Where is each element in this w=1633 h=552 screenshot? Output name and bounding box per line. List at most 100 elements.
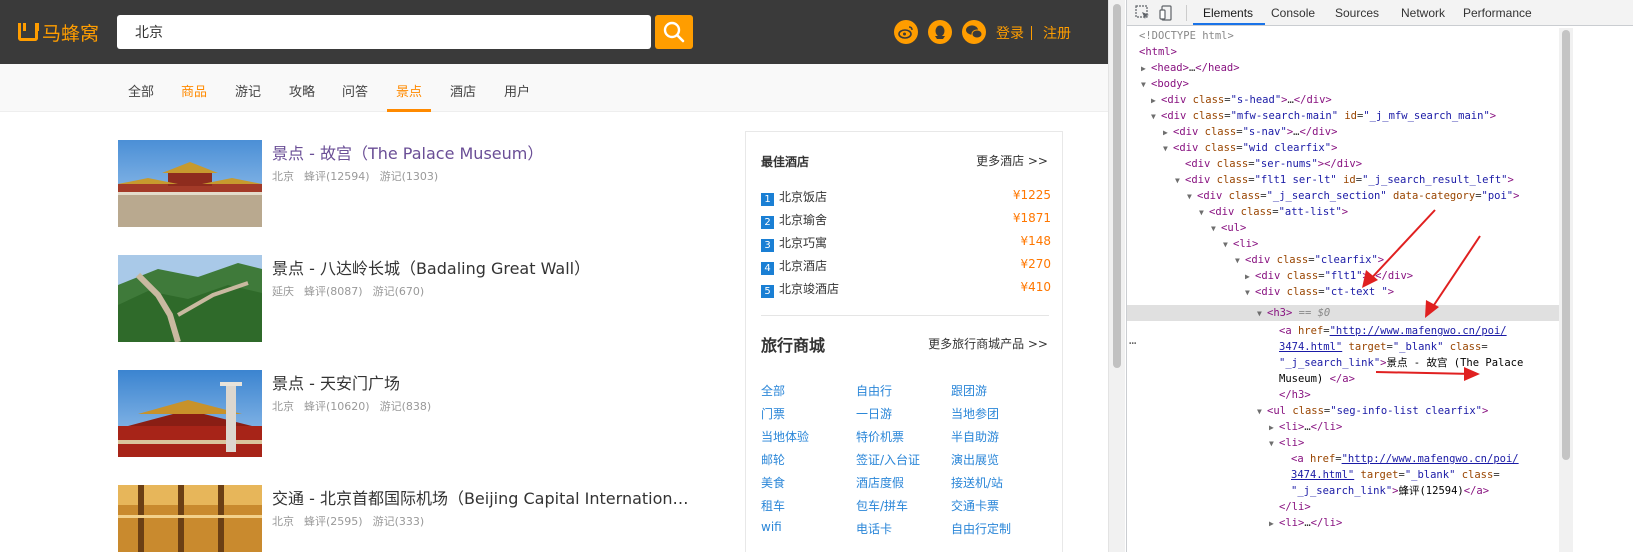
result-notes[interactable]: 游记(333) (373, 515, 425, 528)
hotel-item[interactable]: 4 北京酒店 ¥270 (761, 257, 1051, 275)
dom-node[interactable]: ▶ <div class="s-nav">…</div> (1163, 124, 1337, 140)
mall-link[interactable]: 邮轮 (761, 451, 785, 468)
dom-node[interactable]: ▶ <div class="s-head">…</div> (1151, 92, 1332, 108)
result-title-link[interactable]: 景点 - 八达岭长城（Badaling Great Wall） (272, 255, 590, 279)
mall-link[interactable]: 电话卡 (856, 520, 892, 537)
mall-link[interactable]: 门票 (761, 405, 785, 422)
result-title-link[interactable]: 景点 - 天安门广场 (272, 370, 400, 394)
dom-node[interactable]: ▼ <div class="_j_search_section" data-cat… (1187, 188, 1519, 204)
hotel-name[interactable]: 北京瑜舍 (779, 213, 827, 227)
mall-link[interactable]: 演出展览 (951, 451, 999, 468)
dom-node[interactable]: </li> (1279, 499, 1311, 515)
tab-console[interactable]: Console (1271, 6, 1315, 20)
result-reviews[interactable]: 蜂评(8087) (304, 285, 363, 298)
dom-node[interactable]: ▼ <ul class="seg-info-list clearfix"> (1257, 403, 1488, 419)
mall-link[interactable]: 全部 (761, 382, 785, 399)
tab-all[interactable]: 全部 (128, 81, 154, 100)
result-notes[interactable]: 游记(670) (373, 285, 425, 298)
dom-node[interactable]: ▼ <li> (1223, 236, 1258, 252)
mall-link[interactable]: 特价机票 (856, 428, 904, 445)
result-title-link[interactable]: 景点 - 故宫（The Palace Museum） (272, 140, 543, 164)
tab-network[interactable]: Network (1401, 6, 1445, 20)
dom-node[interactable]: </h3> (1279, 387, 1311, 403)
mall-link[interactable]: 一日游 (856, 405, 892, 422)
result-city[interactable]: 延庆 (272, 285, 294, 298)
great-wall-thumbnail[interactable] (118, 255, 262, 342)
search-input[interactable] (117, 15, 651, 49)
mall-link[interactable]: 包车/拼车 (856, 497, 908, 514)
dom-node[interactable]: ▼ <div class="flt1 ser-lt" id="_j_search_… (1175, 172, 1514, 188)
tab-qa[interactable]: 问答 (342, 81, 368, 100)
mall-link[interactable]: 美食 (761, 474, 785, 491)
result-notes[interactable]: 游记(838) (380, 400, 432, 413)
result-city[interactable]: 北京 (272, 515, 294, 528)
hotel-name[interactable]: 北京饭店 (779, 190, 827, 204)
devtools-scrollbar-thumb[interactable] (1562, 30, 1570, 460)
hotel-item[interactable]: 2 北京瑜舍 ¥1871 (761, 211, 1051, 229)
tab-performance[interactable]: Performance (1463, 6, 1532, 20)
tab-attractions[interactable]: 景点 (396, 81, 422, 100)
register-link[interactable]: 注册 (1043, 23, 1071, 43)
mall-link[interactable]: 交通卡票 (951, 497, 999, 514)
mall-link[interactable]: 自由行定制 (951, 520, 1011, 537)
tab-elements[interactable]: Elements (1203, 6, 1253, 20)
dom-node[interactable]: <a href="http://www.mafengwo.cn/poi/ (1279, 323, 1507, 339)
result-city[interactable]: 北京 (272, 400, 294, 413)
more-hotels-link[interactable]: 更多酒店 >> (976, 152, 1048, 169)
result-notes[interactable]: 游记(1303) (380, 170, 439, 183)
wechat-icon[interactable] (962, 20, 986, 44)
result-reviews[interactable]: 蜂评(12594) (304, 170, 370, 183)
hotel-name[interactable]: 北京巧寓 (779, 236, 827, 250)
tab-users[interactable]: 用户 (504, 81, 530, 100)
dom-node[interactable]: <div class="ser-nums"></div> (1185, 156, 1362, 172)
inspect-element-icon[interactable] (1135, 5, 1151, 21)
dom-node[interactable]: ▼ <div class="wid clearfix"> (1163, 140, 1337, 156)
tab-goods[interactable]: 商品 (181, 81, 207, 100)
mall-link[interactable]: 跟团游 (951, 382, 987, 399)
hotel-name[interactable]: 北京竣酒店 (779, 282, 839, 296)
page-scrollbar[interactable] (1108, 0, 1125, 552)
dom-node[interactable]: ▼ <div class="att-list"> (1199, 204, 1348, 220)
mall-link[interactable]: wifi (761, 520, 782, 534)
mall-link[interactable]: 当地体验 (761, 428, 809, 445)
login-link[interactable]: 登录 (996, 23, 1024, 43)
dom-node[interactable]: <!DOCTYPE html> (1139, 28, 1234, 44)
hotel-item[interactable]: 3 北京巧寓 ¥148 (761, 234, 1051, 252)
mall-link[interactable]: 租车 (761, 497, 785, 514)
dom-node[interactable]: ▼ <ul> (1211, 220, 1246, 236)
mall-link[interactable]: 半自助游 (951, 428, 999, 445)
dom-node[interactable]: ▶ <div class="flt1">…</div> (1245, 268, 1413, 284)
result-city[interactable]: 北京 (272, 170, 294, 183)
tab-guides[interactable]: 攻略 (289, 81, 315, 100)
dom-node[interactable]: ▶ <head>…</head> (1141, 60, 1240, 76)
dom-node[interactable]: ▼ <div class="mfw-search-main" id="_j_mfw… (1151, 108, 1496, 124)
mall-link[interactable]: 接送机/站 (951, 474, 1003, 491)
result-reviews[interactable]: 蜂评(2595) (304, 515, 363, 528)
dom-node[interactable]: <a href="http://www.mafengwo.cn/poi/ (1291, 451, 1519, 467)
dom-node[interactable]: <html> (1139, 44, 1177, 60)
hotel-name[interactable]: 北京酒店 (779, 259, 827, 273)
weibo-icon[interactable] (894, 20, 918, 44)
mall-link[interactable]: 酒店度假 (856, 474, 904, 491)
palace-museum-thumbnail[interactable] (118, 140, 262, 227)
qq-icon[interactable] (928, 20, 952, 44)
result-title-link[interactable]: 交通 - 北京首都国际机场（Beijing Capital Internatio… (272, 485, 689, 509)
tiananmen-thumbnail[interactable] (118, 370, 262, 457)
dom-node[interactable]: ▼ <body> (1141, 76, 1189, 92)
tab-travel-notes[interactable]: 游记 (235, 81, 261, 100)
dom-node[interactable]: ▼ <div class="clearfix"> (1235, 252, 1384, 268)
devtools-scrollbar[interactable] (1559, 28, 1573, 552)
hotel-item[interactable]: 5 北京竣酒店 ¥410 (761, 280, 1051, 298)
search-button[interactable] (655, 15, 693, 49)
dom-node[interactable]: ▼ <div class="ct-text "> (1245, 284, 1394, 300)
page-scrollbar-thumb[interactable] (1113, 4, 1121, 368)
airport-thumbnail[interactable] (118, 485, 262, 552)
mafengwo-logo[interactable]: 马蜂窝 (18, 20, 99, 45)
selected-dom-node[interactable]: ▼ <h3> == $0 (1127, 305, 1567, 321)
result-reviews[interactable]: 蜂评(10620) (304, 400, 370, 413)
device-toolbar-icon[interactable] (1159, 5, 1175, 21)
dom-node[interactable]: ▶ <li>…</li> (1269, 419, 1342, 435)
node-actions-icon[interactable]: ⋯ (1129, 336, 1136, 350)
dom-node[interactable]: ▶ <li>…</li> (1269, 515, 1342, 531)
mall-link[interactable]: 签证/入台证 (856, 451, 920, 468)
